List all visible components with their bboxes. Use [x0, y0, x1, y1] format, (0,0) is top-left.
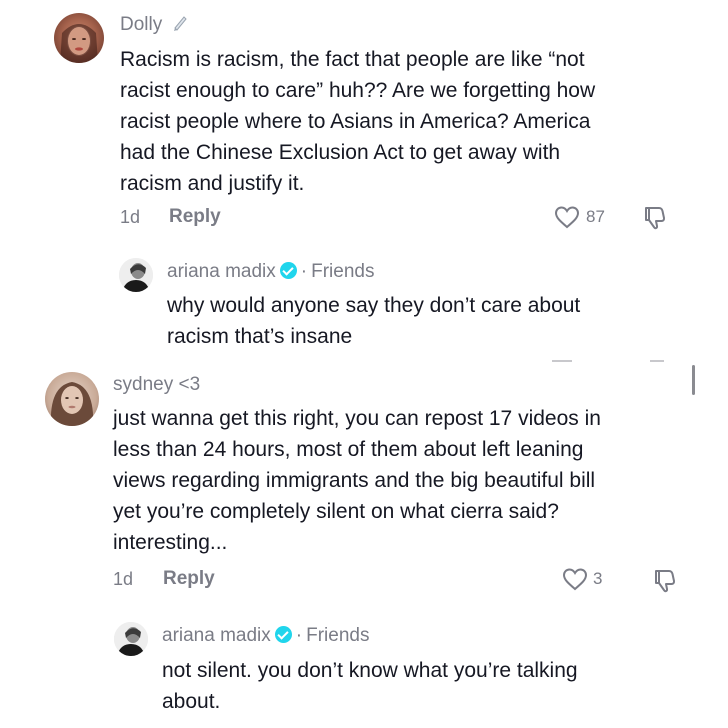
- reply-button[interactable]: Reply: [169, 206, 221, 228]
- username-text[interactable]: Dolly: [120, 14, 162, 35]
- reply-body: not silent. you don’t know what you’re t…: [162, 655, 702, 717]
- reply-header: ariana madix · Friends: [167, 261, 374, 283]
- comment-username[interactable]: Dolly: [120, 14, 189, 36]
- reply-body: why would anyone say they don’t care abo…: [167, 290, 707, 352]
- avatar-dolly[interactable]: [54, 13, 104, 63]
- reply-line: about.: [162, 690, 221, 713]
- comment-line: racist people where to Asians in America…: [120, 110, 591, 133]
- faint-mark: [650, 360, 664, 362]
- avatar-sydney-image: [50, 382, 94, 426]
- avatar-ariana-madix[interactable]: [119, 258, 153, 292]
- thumbs-down-icon[interactable]: [651, 566, 679, 594]
- reply-line: not silent. you don’t know what you’re t…: [162, 659, 578, 682]
- comment-line: views regarding immigrants and the big b…: [113, 469, 596, 492]
- heart-outline-icon: [554, 206, 580, 229]
- like-count: 87: [586, 207, 605, 226]
- comment-body: Racism is racism, the fact that people a…: [120, 44, 710, 199]
- separator-dot: ·: [295, 625, 303, 646]
- reply-header: ariana madix · Friends: [162, 625, 369, 647]
- pencil-icon: [173, 16, 187, 31]
- avatar-dolly-image: [60, 24, 98, 63]
- comment-line: yet you’re completely silent on what cie…: [113, 500, 559, 523]
- comment-line: Racism is racism, the fact that people a…: [120, 48, 585, 71]
- comment-line: less than 24 hours, most of them about l…: [113, 438, 584, 461]
- reply-line: racism that’s insane: [167, 325, 353, 348]
- like-button[interactable]: 87: [554, 204, 614, 230]
- heart-outline-icon: [562, 568, 588, 591]
- reply-line: why would anyone say they don’t care abo…: [167, 294, 581, 317]
- faint-mark: [552, 360, 572, 362]
- scrollbar-thumb[interactable]: [692, 365, 695, 395]
- like-count: 3: [593, 569, 603, 588]
- separator-dot: ·: [300, 261, 308, 282]
- thumbs-down-icon[interactable]: [641, 203, 669, 231]
- avatar-sydney[interactable]: [45, 372, 99, 426]
- comment-line: racism and justify it.: [120, 172, 305, 195]
- like-button[interactable]: 3: [562, 566, 612, 592]
- reply-username[interactable]: ariana madix: [162, 625, 271, 646]
- comment-time: 1d: [120, 207, 141, 227]
- comment-line: racist enough to care” huh?? Are we forg…: [120, 79, 596, 102]
- verified-badge-icon: [274, 626, 292, 643]
- friends-tag: Friends: [311, 261, 375, 282]
- avatar-ariana-image: [114, 622, 148, 656]
- comment-username[interactable]: sydney <3: [113, 374, 200, 396]
- comment-time: 1d: [113, 569, 134, 589]
- reply-username[interactable]: ariana madix: [167, 261, 276, 282]
- comment-line: had the Chinese Exclusion Act to get awa…: [120, 141, 561, 164]
- comment-line: just wanna get this right, you can repos…: [113, 407, 601, 430]
- reply-button[interactable]: Reply: [163, 568, 215, 590]
- avatar-ariana-madix[interactable]: [114, 622, 148, 656]
- comment-body: just wanna get this right, you can repos…: [113, 403, 713, 558]
- verified-badge-icon: [279, 262, 297, 279]
- avatar-ariana-image: [119, 258, 153, 292]
- comment-line: interesting...: [113, 531, 228, 554]
- friends-tag: Friends: [306, 625, 370, 646]
